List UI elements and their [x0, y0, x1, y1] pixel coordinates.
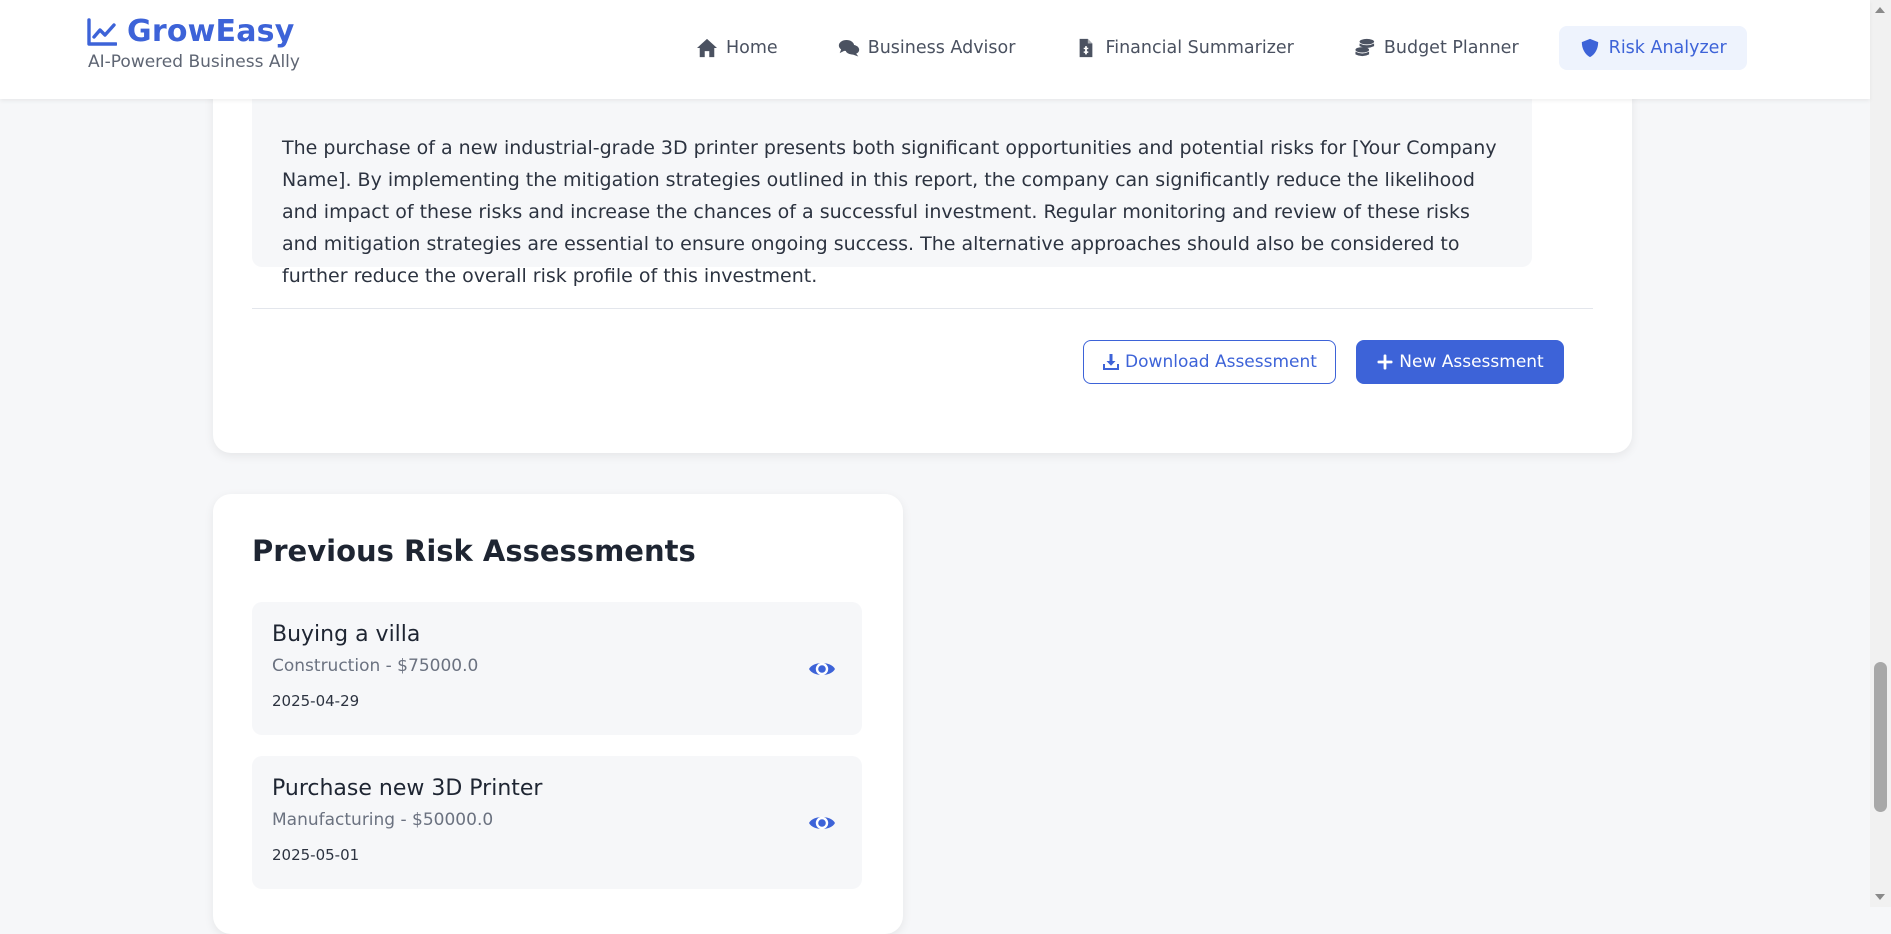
assessment-date: 2025-05-01 — [272, 846, 360, 864]
conclusion-text: The purchase of a new industrial-grade 3… — [282, 137, 1497, 287]
conclusion-section: The purchase of a new industrial-grade 3… — [252, 80, 1532, 287]
nav-item-label: Risk Analyzer — [1608, 38, 1727, 58]
list-item[interactable]: Buying a villa Construction - $75000.0 2… — [252, 602, 862, 735]
nav-item-home[interactable]: Home — [676, 26, 798, 70]
nav-item-business-advisor[interactable]: Business Advisor — [818, 26, 1036, 70]
main-nav: Home Business Advisor Financial Summariz… — [676, 26, 1747, 70]
nav-item-label: Home — [726, 38, 778, 58]
assessment-result-card: The purchase of a new industrial-grade 3… — [213, 40, 1632, 453]
download-assessment-label: Download Assessment — [1125, 352, 1317, 372]
list-item[interactable]: Purchase new 3D Printer Manufacturing - … — [252, 756, 862, 889]
previous-assessments-title: Previous Risk Assessments — [252, 534, 696, 568]
nav-item-budget-planner[interactable]: Budget Planner — [1334, 26, 1539, 70]
top-navbar: GrowEasy AI-Powered Business Ally Home B… — [0, 0, 1870, 99]
scroll-up-arrow[interactable] — [1875, 7, 1885, 13]
nav-item-label: Budget Planner — [1383, 38, 1519, 58]
assessment-meta: Manufacturing - $50000.0 — [272, 810, 494, 830]
previous-assessments-card: Previous Risk Assessments Buying a villa… — [213, 494, 903, 934]
file-invoice-dollar-icon — [1080, 38, 1093, 58]
eye-icon[interactable] — [807, 657, 837, 681]
assessment-date: 2025-04-29 — [272, 692, 360, 710]
nav-item-financial-summarizer[interactable]: Financial Summarizer — [1055, 26, 1313, 70]
divider — [252, 308, 1593, 309]
chart-line-icon — [87, 17, 117, 46]
plus-icon — [1377, 354, 1393, 370]
brand-row: GrowEasy — [87, 14, 300, 49]
comments-icon — [838, 39, 859, 57]
assessment-meta: Construction - $75000.0 — [272, 656, 479, 676]
vertical-scrollbar[interactable] — [1870, 0, 1891, 907]
brand-logo[interactable]: GrowEasy AI-Powered Business Ally — [87, 14, 300, 72]
assessment-name: Purchase new 3D Printer — [272, 776, 543, 801]
eye-icon[interactable] — [807, 811, 837, 835]
brand-tagline: AI-Powered Business Ally — [88, 52, 300, 72]
assessment-name: Buying a villa — [272, 622, 421, 647]
nav-item-label: Financial Summarizer — [1105, 38, 1294, 58]
new-assessment-button[interactable]: New Assessment — [1356, 340, 1564, 384]
coins-icon — [1355, 38, 1374, 57]
brand-name: GrowEasy — [127, 14, 295, 49]
scrollbar-thumb[interactable] — [1874, 662, 1887, 812]
nav-item-label: Business Advisor — [867, 38, 1016, 58]
shield-icon — [1581, 38, 1598, 58]
download-icon — [1103, 354, 1120, 370]
download-assessment-button[interactable]: Download Assessment — [1083, 340, 1336, 384]
scroll-down-arrow[interactable] — [1875, 894, 1885, 900]
new-assessment-label: New Assessment — [1399, 352, 1544, 372]
home-icon — [697, 38, 717, 58]
nav-item-risk-analyzer[interactable]: Risk Analyzer — [1558, 26, 1747, 70]
